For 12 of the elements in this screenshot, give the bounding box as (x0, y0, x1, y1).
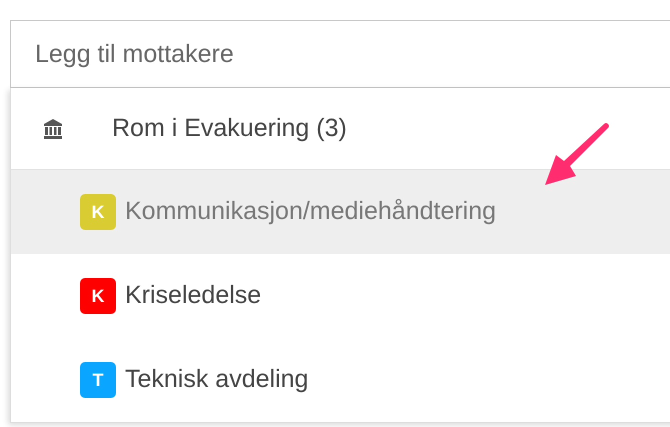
initial-badge: K (80, 194, 116, 230)
initial-badge: K (80, 278, 116, 314)
bank-icon (44, 118, 62, 138)
option-label: Kriseledelse (125, 280, 262, 312)
recipient-option[interactable]: T Teknisk avdeling (11, 338, 670, 422)
pointer-arrow (542, 122, 612, 188)
search-field[interactable]: Legg til mottakere (10, 20, 670, 88)
recipient-option[interactable]: K Kommunikasjon/mediehåndtering (11, 170, 670, 254)
initial-badge: T (80, 362, 116, 398)
option-label: Teknisk avdeling (125, 364, 308, 396)
option-label: Kommunikasjon/mediehåndtering (125, 196, 496, 228)
group-label: Rom i Evakuering (3) (112, 112, 347, 144)
